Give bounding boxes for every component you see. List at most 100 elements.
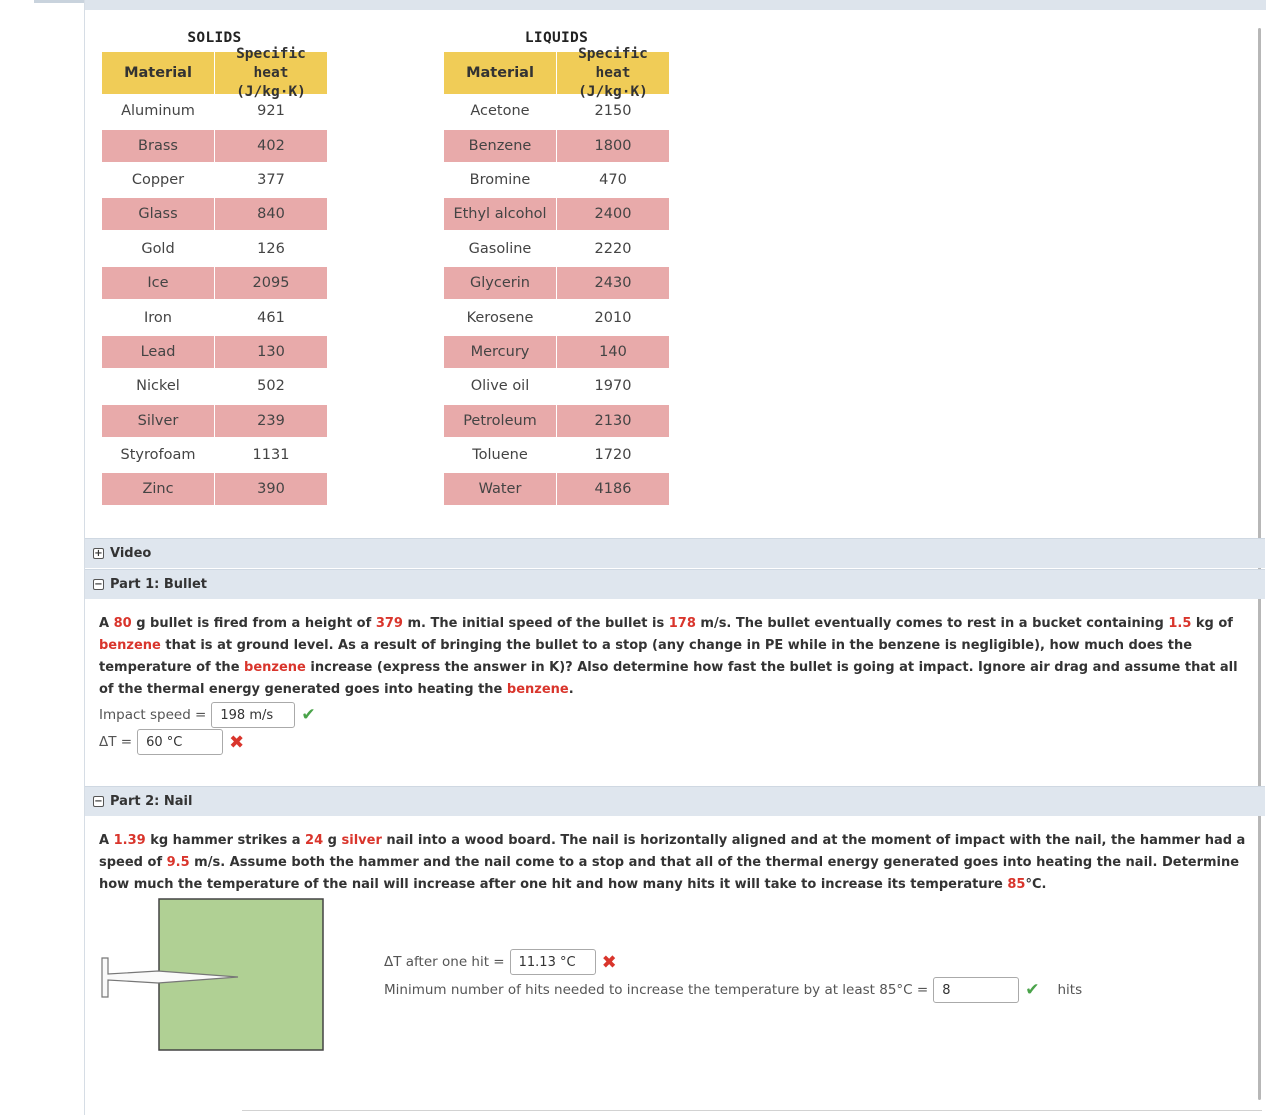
hits-unit: hits: [1057, 982, 1083, 998]
q1-initial-speed: 178: [668, 616, 696, 631]
liquids-table: LIQUIDS Material Specific heat (J/kg·K) …: [444, 28, 669, 507]
q1-height: 379: [375, 616, 403, 631]
specific-heat-cell: 1800: [557, 129, 669, 162]
hits-input[interactable]: 8: [933, 977, 1020, 1003]
solids-table: SOLIDS Material Specific heat (J/kg·K) A…: [102, 28, 327, 507]
table-row: Gold 126: [102, 232, 327, 266]
dt-label: ΔT =: [99, 734, 133, 750]
material-cell: Ethyl alcohol: [444, 198, 556, 231]
q2-text: kg hammer strikes a: [145, 833, 306, 848]
table-row: Toluene 1720: [444, 438, 669, 472]
material-cell: Mercury: [444, 335, 556, 368]
table-row: Glycerin 2430: [444, 266, 669, 300]
table-row: Kerosene 2010: [444, 300, 669, 334]
table-row: Mercury 140: [444, 335, 669, 369]
collapse-icon[interactable]: −: [93, 796, 104, 807]
specific-heat-cell: 377: [257, 171, 285, 188]
specific-heat-cell: 461: [257, 309, 285, 326]
part1-section-header[interactable]: − Part 1: Bullet: [85, 569, 1265, 599]
q1-liquid-name: benzene: [506, 682, 569, 697]
specific-heat-cell: 402: [215, 129, 327, 162]
specific-heat-cell: 2010: [594, 309, 632, 326]
material-cell: Benzene: [444, 129, 556, 162]
material-cell: Bromine: [469, 171, 531, 188]
solids-header-specific-heat: Specific heat (J/kg·K): [215, 46, 327, 100]
table-row: Ethyl alcohol 2400: [444, 197, 669, 231]
material-cell: Kerosene: [466, 309, 534, 326]
material-cell: Styrofoam: [120, 447, 196, 464]
table-row: Silver 239: [102, 404, 327, 438]
liquids-header-material: Material: [444, 52, 556, 94]
q2-text: A: [99, 833, 114, 848]
material-cell: Glass: [102, 198, 214, 231]
liquids-header-specific-heat-line1: Specific heat: [578, 45, 648, 81]
bottom-divider: [242, 1110, 1262, 1111]
q1-text: A: [99, 616, 114, 631]
top-strip: [84, 0, 1266, 10]
table-row: Brass 402: [102, 128, 327, 162]
nail-board-illustration: [101, 898, 324, 1051]
material-cell: Silver: [102, 404, 214, 437]
table-row: Styrofoam 1131: [102, 438, 327, 472]
q2-metal: silver: [341, 833, 382, 848]
specific-heat-cell: 1131: [252, 447, 290, 464]
material-cell: Nickel: [136, 378, 180, 395]
liquids-header: Material Specific heat (J/kg·K): [444, 46, 669, 100]
q2-hammer-mass: 1.39: [113, 833, 146, 848]
cross-icon: ✖: [601, 951, 617, 973]
q1-liquid-name: benzene: [99, 638, 161, 653]
specific-heat-cell: 502: [257, 378, 285, 395]
impact-speed-label: Impact speed =: [99, 707, 207, 723]
part1-question: A 80 g bullet is fired from a height of …: [99, 613, 1249, 701]
dt-one-hit-label: ΔT after one hit =: [384, 954, 505, 970]
table-row: Water 4186: [444, 472, 669, 506]
q1-text: .: [568, 682, 574, 697]
specific-heat-cell: 2400: [557, 198, 669, 231]
material-cell: Brass: [102, 129, 214, 162]
specific-heat-cell: 840: [215, 198, 327, 231]
specific-heat-cell: 1720: [594, 447, 632, 464]
expand-icon[interactable]: +: [93, 548, 104, 559]
dt-row: ΔT = 60 °C ✖: [99, 729, 244, 755]
q2-text: °C.: [1025, 877, 1047, 892]
specific-heat-cell: 140: [557, 335, 669, 368]
material-cell: Zinc: [102, 473, 214, 506]
collapse-icon[interactable]: −: [93, 579, 104, 590]
liquids-body: Acetone 2150 Benzene 1800 Bromine 470 Ethyl al…: [444, 94, 669, 507]
q1-text: m/s. The bullet eventually comes to rest…: [695, 616, 1169, 631]
hits-row: Minimum number of hits needed to increas…: [384, 977, 1082, 1003]
table-row: Nickel 502: [102, 369, 327, 403]
video-section-header[interactable]: + Video: [85, 538, 1265, 568]
part2-section-header[interactable]: − Part 2: Nail: [85, 786, 1265, 816]
specific-heat-cell: 1970: [594, 378, 632, 395]
liquids-header-specific-heat: Specific heat (J/kg·K): [557, 46, 669, 100]
material-cell: Olive oil: [470, 378, 530, 395]
table-row: Bromine 470: [444, 163, 669, 197]
material-cell: Aluminum: [121, 103, 195, 120]
specific-heat-cell: 126: [257, 240, 285, 257]
table-row: Petroleum 2130: [444, 404, 669, 438]
hits-label: Minimum number of hits needed to increas…: [384, 982, 929, 998]
specific-heat-cell: 4186: [557, 473, 669, 506]
solids-header-material: Material: [102, 52, 214, 94]
impact-speed-row: Impact speed = 198 m/s ✔: [99, 702, 316, 728]
material-cell: Copper: [131, 171, 185, 188]
material-cell: Lead: [102, 335, 214, 368]
q1-text: g bullet is fired from a height of: [131, 616, 376, 631]
q1-liquid-mass: 1.5: [1168, 616, 1192, 631]
solids-header-specific-heat-line1: Specific heat: [236, 45, 306, 81]
table-row: Copper 377: [102, 163, 327, 197]
check-icon: ✔: [301, 705, 316, 725]
material-cell: Gasoline: [468, 240, 532, 257]
dt-input[interactable]: 60 °C: [137, 729, 224, 755]
specific-heat-cell: 2095: [215, 267, 327, 300]
material-cell: Petroleum: [444, 404, 556, 437]
solids-body: Aluminum 921 Brass 402 Copper 377 Glass 840 Gold…: [102, 94, 327, 507]
q2-nail-mass: 24: [305, 833, 324, 848]
cross-icon: ✖: [229, 731, 245, 753]
specific-heat-cell: 2150: [594, 103, 632, 120]
impact-speed-input[interactable]: 198 m/s: [211, 702, 296, 728]
table-row: Acetone 2150: [444, 94, 669, 128]
dt-one-hit-input[interactable]: 11.13 °C: [509, 949, 596, 975]
table-row: Gasoline 2220: [444, 232, 669, 266]
